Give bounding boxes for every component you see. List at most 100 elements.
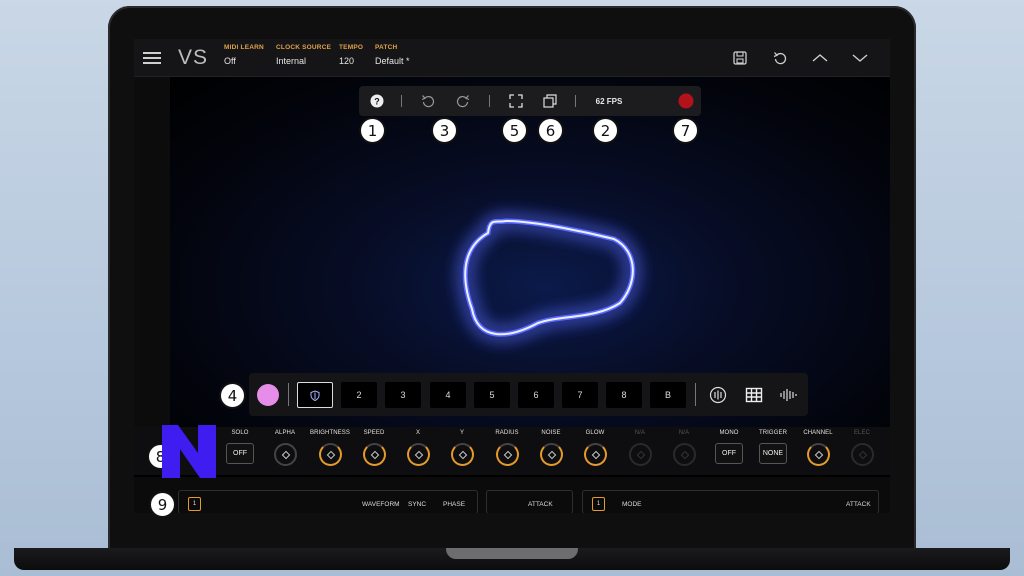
control-label: ALPHA [274, 430, 296, 436]
phase-label: PHASE [443, 501, 466, 508]
na-control: N/A [618, 430, 662, 466]
waveform-label: WAVEFORM [362, 501, 400, 508]
attack-label: ATTACK [528, 501, 553, 508]
x-knob[interactable] [406, 443, 430, 466]
callout-7: 7 [672, 117, 699, 144]
na-knob [628, 443, 652, 466]
preset-button[interactable]: 7 [562, 382, 598, 408]
render-toolbar: ? 62 FPS [359, 86, 701, 116]
channel-knob[interactable] [806, 443, 830, 466]
tempo-label: TEMPO [339, 44, 364, 51]
glow-knob[interactable] [583, 443, 607, 466]
clock-source-field[interactable]: CLOCK SOURCE Internal [276, 44, 331, 66]
alpha-knob[interactable] [273, 443, 297, 466]
save-icon[interactable] [720, 48, 760, 68]
callout-4: 4 [219, 382, 246, 409]
preset-bar: 2 3 4 5 6 7 8 B [249, 373, 808, 416]
undo-icon[interactable] [760, 48, 800, 68]
clock-source-value: Internal [276, 56, 307, 66]
glow-control: GLOW [573, 430, 617, 466]
radius-knob[interactable] [495, 443, 519, 466]
na-control: N/A [662, 430, 706, 466]
brand-n-logo [162, 425, 216, 478]
preset-button[interactable]: B [650, 382, 686, 408]
callout-9: 9 [149, 491, 176, 518]
attack-label: ATTACK [846, 501, 871, 508]
midi-learn-value: Off [224, 56, 236, 66]
preset-button[interactable]: 4 [430, 382, 466, 408]
callout-3: 3 [431, 117, 458, 144]
mode-label: MODE [622, 501, 642, 508]
preset-button[interactable]: 5 [474, 382, 510, 408]
modulation-row: 1 WAVEFORM SYNC PHASE ATTACK 1 MODE ATTA… [134, 477, 890, 513]
toolbar-separator [401, 95, 402, 107]
noise-control: NOISE [529, 430, 573, 466]
control-label: BRIGHTNESS [309, 430, 350, 436]
speed-knob[interactable] [362, 443, 386, 466]
mono-button[interactable]: OFF [715, 443, 743, 464]
controls-row: SOLO OFF ALPHA BRIGHTNESS SPEED X Y RADI… [134, 427, 890, 475]
chevron-up-icon[interactable] [800, 48, 840, 68]
audio-bars-icon[interactable] [779, 386, 797, 404]
elec-knob [850, 443, 874, 466]
patch-value: Default * [375, 56, 410, 66]
brightness-knob[interactable] [318, 443, 342, 466]
menu-icon[interactable] [143, 52, 161, 64]
preset-button[interactable]: 6 [518, 382, 554, 408]
y-knob[interactable] [450, 443, 474, 466]
speed-control: SPEED [352, 430, 396, 466]
chevron-down-icon[interactable] [840, 48, 880, 68]
trigger-button[interactable]: NONE [759, 443, 787, 464]
callout-5: 5 [501, 117, 528, 144]
tempo-field[interactable]: TEMPO 120 [339, 44, 363, 66]
brightness-control: BRIGHTNESS [308, 430, 352, 466]
copy-icon[interactable] [537, 86, 563, 116]
app-screen: VS MIDI LEARN Off CLOCK SOURCE Internal … [134, 39, 890, 513]
alpha-control: ALPHA [263, 430, 307, 466]
noise-knob[interactable] [539, 443, 563, 466]
app-logo: VS [178, 46, 209, 69]
tempo-value: 120 [339, 56, 355, 66]
preset-divider [695, 383, 696, 406]
callout-2: 2 [592, 117, 619, 144]
na-knob [672, 443, 696, 466]
fullscreen-icon[interactable] [503, 86, 529, 116]
grid-icon[interactable] [745, 386, 763, 404]
svg-text:?: ? [374, 97, 380, 107]
callout-6: 6 [537, 117, 564, 144]
laptop-notch [446, 548, 578, 559]
clock-source-label: CLOCK SOURCE [276, 44, 332, 51]
lfo-panel [178, 490, 478, 513]
x-control: X [396, 430, 440, 466]
radius-control: RADIUS [485, 430, 529, 466]
lfo-number[interactable]: 1 [188, 497, 201, 511]
preset-button[interactable]: 2 [341, 382, 377, 408]
control-label: N/A [634, 430, 646, 436]
mode-number[interactable]: 1 [592, 497, 605, 511]
help-icon[interactable]: ? [364, 86, 390, 116]
waveform-circle-icon[interactable] [709, 386, 727, 404]
control-label: NOISE [541, 430, 561, 436]
patch-field[interactable]: PATCH Default * [375, 44, 410, 66]
preset-button[interactable]: 8 [606, 382, 642, 408]
elec-control: ELEC [840, 430, 884, 466]
fps-counter: 62 FPS [595, 96, 623, 106]
preset-button-shield[interactable] [297, 382, 333, 408]
control-label: ELEC [853, 430, 871, 436]
record-icon[interactable] [673, 86, 699, 116]
preset-divider [288, 383, 289, 406]
undo-icon[interactable] [415, 86, 441, 116]
midi-learn-field[interactable]: MIDI LEARN Off [224, 44, 264, 66]
control-label: N/A [678, 430, 690, 436]
side-strip [134, 77, 170, 427]
trigger-control: TRIGGER NONE [751, 430, 795, 464]
preset-button[interactable]: 3 [385, 382, 421, 408]
control-label: SPEED [363, 430, 385, 436]
control-label: X [415, 430, 421, 436]
color-swatch[interactable] [257, 384, 279, 406]
top-icons [720, 48, 880, 68]
solo-button[interactable]: OFF [226, 443, 254, 464]
redo-icon[interactable] [450, 86, 476, 116]
toolbar-separator [575, 95, 576, 107]
control-label: Y [459, 430, 465, 436]
